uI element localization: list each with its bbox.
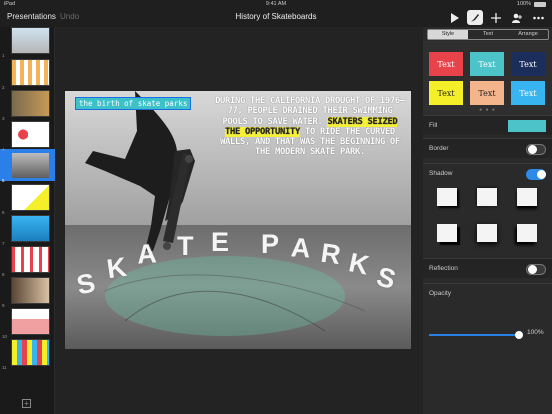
style-preset-2[interactable]: Text [470, 52, 504, 76]
reflection-toggle[interactable] [526, 264, 546, 275]
slide-title-box[interactable]: the birth of skate parks [75, 97, 192, 110]
slide-thumbnail-2[interactable] [11, 59, 50, 86]
inspector-tabs: Style Text Arrange [427, 29, 549, 40]
shadow-preset-5[interactable] [477, 224, 497, 242]
opacity-value: 100% [527, 329, 544, 336]
slide-canvas[interactable]: the birth of skate parks DURING THE CALI… [55, 27, 423, 414]
shadow-preset-2[interactable] [477, 188, 497, 206]
big-letter: K [104, 251, 129, 285]
add-slide-button[interactable]: + [22, 399, 31, 408]
current-slide[interactable]: the birth of skate parks DURING THE CALI… [65, 91, 411, 349]
slide-thumbnail-5[interactable] [11, 152, 50, 179]
format-inspector: Style Text Arrange Text Text Text Text T… [423, 27, 552, 414]
big-letter: A [290, 232, 312, 264]
slide-number: 5 [2, 178, 5, 183]
fill-label: Fill [429, 122, 438, 129]
slide-number: 3 [2, 116, 5, 121]
border-row: Border [423, 138, 552, 158]
slide-thumbnail-9[interactable] [11, 277, 50, 304]
style-preset-5[interactable]: Text [470, 81, 504, 105]
fill-color-swatch[interactable] [508, 120, 546, 132]
style-preset-6[interactable]: Text [511, 81, 545, 105]
big-letter: P [261, 229, 280, 259]
slide-number: 8 [2, 272, 5, 277]
reflection-row: Reflection [423, 258, 552, 278]
slide-thumbnail-1[interactable] [11, 27, 50, 54]
slide-number: 7 [2, 241, 5, 246]
style-preset-3[interactable]: Text [511, 52, 545, 76]
text-style-presets: Text Text Text Text Text Text ● ● ● [423, 41, 552, 115]
slide-thumbnail-7[interactable] [11, 215, 50, 242]
tab-style[interactable]: Style [428, 30, 468, 39]
slide-thumbnail-6[interactable] [11, 184, 50, 211]
slide-body-text[interactable]: DURING THE CALIFORNIA DROUGHT OF 1976–77… [215, 96, 405, 158]
tab-arrange[interactable]: Arrange [508, 30, 548, 39]
fill-row[interactable]: Fill [423, 115, 552, 135]
format-brush-icon[interactable] [467, 10, 483, 25]
battery-icon [534, 1, 546, 7]
shadow-preset-4[interactable] [437, 224, 457, 242]
slide-thumbnail-11[interactable] [11, 339, 50, 366]
battery-status: 100% [517, 1, 546, 7]
shadow-preset-1[interactable] [437, 188, 457, 206]
opacity-slider-track[interactable] [429, 334, 519, 336]
slide-number: 9 [2, 303, 5, 308]
border-toggle[interactable] [526, 144, 546, 155]
shadow-preset-3[interactable] [517, 188, 537, 206]
shadow-preset-6[interactable] [517, 224, 537, 242]
tab-text[interactable]: Text [468, 30, 508, 39]
style-preset-1[interactable]: Text [429, 52, 463, 76]
collaborate-icon[interactable] [509, 10, 525, 25]
shadow-label: Shadow [429, 170, 453, 177]
clock: 9:41 AM [265, 1, 287, 7]
style-preset-4[interactable]: Text [429, 81, 463, 105]
slide-thumbnail-4[interactable] [11, 121, 50, 148]
reflection-label: Reflection [429, 265, 458, 272]
battery-percent: 100% [516, 1, 531, 7]
slide-thumbnail-10[interactable] [11, 308, 50, 335]
more-icon[interactable] [530, 10, 546, 25]
play-icon[interactable] [446, 10, 462, 25]
big-letter: R [319, 237, 343, 271]
slide-number: 6 [2, 210, 5, 215]
slide-navigator: 1 2 3 4 5 6 7 8 9 10 11 + [0, 27, 55, 414]
border-label: Border [429, 145, 449, 152]
slide-thumbnail-8[interactable] [11, 246, 50, 273]
toolbar: Presentations Undo History of Skateboard… [0, 9, 552, 27]
slide-number: 11 [2, 365, 7, 370]
slide-number: 4 [2, 147, 5, 152]
big-letter: T [177, 231, 194, 261]
big-letter: A [135, 238, 158, 270]
big-letter: E [211, 227, 230, 257]
status-bar: iPad 9:41 AM 100% [0, 0, 552, 9]
toolbar-actions [446, 10, 546, 25]
slide-number: 1 [2, 53, 5, 58]
slide-number: 2 [2, 85, 5, 90]
opacity-row: Opacity [423, 283, 552, 323]
page-indicator: ● ● ● [479, 107, 496, 113]
slide-number: 10 [2, 334, 8, 339]
shadow-toggle[interactable] [526, 169, 546, 180]
add-icon[interactable] [488, 10, 504, 25]
opacity-slider-handle[interactable] [515, 331, 523, 339]
opacity-label: Opacity [429, 290, 452, 297]
slide-thumbnail-3[interactable] [11, 90, 50, 117]
